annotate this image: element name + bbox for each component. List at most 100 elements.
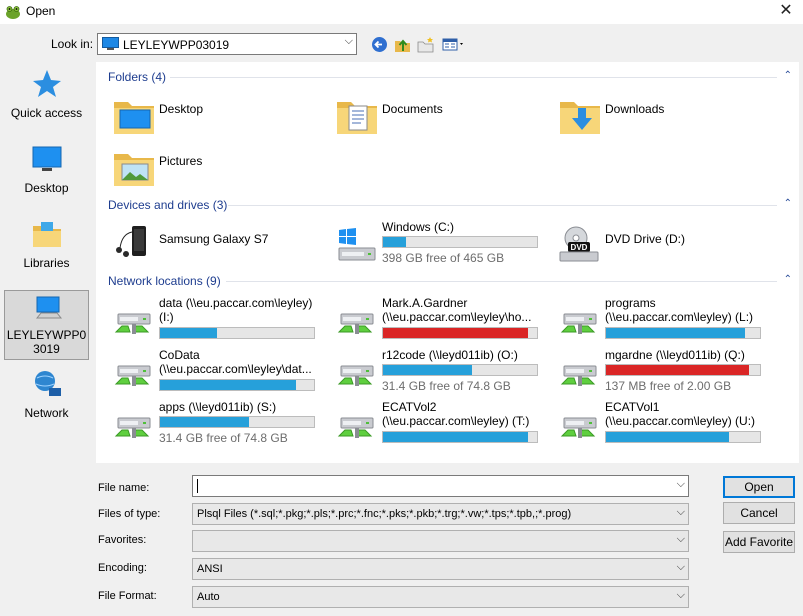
drive-usage-fill	[160, 417, 250, 427]
group-divider	[170, 77, 777, 78]
chevron-down-icon: ⌵	[676, 561, 685, 573]
collapse-icon[interactable]: ⌃	[784, 274, 792, 285]
device-item[interactable]: Samsung Galaxy S7	[110, 218, 325, 266]
computer-icon	[102, 37, 119, 50]
network-drive-name: CoData	[159, 348, 200, 362]
downloads-folder-icon	[556, 96, 604, 136]
place-desktop[interactable]: Desktop	[4, 143, 89, 203]
network-drive-item[interactable]: CoData (\\eu.paccar.com\leyley\dat...	[110, 346, 325, 394]
folder-name: Documents	[382, 102, 443, 116]
network-drive-item[interactable]: Mark.A.Gardner (\\eu.paccar.com\leyley\ho…	[333, 294, 548, 342]
place-this-pc[interactable]: LEYLEYWPP03019	[4, 290, 89, 360]
network-drive-path: (\\eu.paccar.com\leyley) (U:)	[605, 414, 756, 428]
file-format-dropdown[interactable]: Auto ⌵	[192, 586, 689, 608]
drive-item[interactable]: Windows (C:) 398 GB free of 465 GB	[333, 218, 548, 266]
group-header-folders[interactable]: Folders (4)	[108, 70, 166, 84]
place-label: Quick access	[10, 106, 83, 120]
group-header-network[interactable]: Network locations (9)	[108, 274, 221, 288]
favorites-dropdown[interactable]: ⌵	[192, 530, 689, 552]
network-drive-item[interactable]: r12code (\\leyd011ib) (O:) 31.4 GB free o…	[333, 346, 548, 394]
encoding-value: ANSI	[197, 563, 223, 575]
files-of-type-value: Plsql Files (*.sql;*.pkg;*.pls;*.prc;*.f…	[197, 508, 572, 520]
network-drive-name: Mark.A.Gardner	[382, 296, 468, 310]
drive-usage-bar	[605, 431, 761, 443]
group-header-devices[interactable]: Devices and drives (3)	[108, 198, 227, 212]
network-drive-name: ECATVol1	[605, 400, 660, 414]
place-quick-access[interactable]: Quick access	[4, 68, 89, 128]
drive-item[interactable]: DVD DVD Drive (D:)	[556, 218, 771, 266]
files-of-type-label: Files of type:	[98, 508, 161, 520]
new-folder-icon[interactable]	[417, 36, 434, 53]
place-label: LEYLEYWPP03019	[6, 328, 87, 356]
network-drive-item[interactable]: programs (\\eu.paccar.com\leyley) (L:)	[556, 294, 771, 342]
network-drive-name: apps (\\leyd011ib) (S:)	[159, 400, 277, 414]
network-drive-icon	[556, 404, 604, 444]
network-drive-path: (\\eu.paccar.com\leyley) (L:)	[605, 310, 754, 324]
windows-drive-icon	[338, 228, 376, 261]
drive-free-text: 31.4 GB free of 74.8 GB	[382, 379, 511, 393]
encoding-dropdown[interactable]: ANSI ⌵	[192, 558, 689, 580]
folder-name: Downloads	[605, 102, 665, 116]
chevron-down-icon[interactable]: ⌵	[677, 478, 685, 491]
desktop-icon	[32, 146, 61, 171]
svg-text:DVD: DVD	[571, 243, 588, 252]
favorites-label: Favorites:	[98, 534, 147, 546]
network-drive-icon	[556, 300, 604, 340]
network-drive-item[interactable]: apps (\\leyd011ib) (S:) 31.4 GB free of 7…	[110, 398, 325, 446]
cancel-button[interactable]: Cancel	[723, 502, 795, 524]
file-list-view[interactable]: Folders (4) ⌃ Desktop Documents Download…	[96, 62, 799, 463]
network-drive-icon	[110, 404, 158, 444]
up-folder-icon[interactable]	[394, 36, 411, 53]
file-name-label: File name:	[98, 482, 150, 494]
place-label: Libraries	[23, 256, 70, 270]
drive-free-text: 398 GB free of 465 GB	[382, 251, 505, 265]
open-button[interactable]: Open	[723, 476, 795, 498]
dvd-drive-icon: DVD	[559, 226, 599, 262]
view-menu-icon[interactable]	[442, 36, 466, 53]
network-drive-name: ECATVol2	[382, 400, 437, 414]
network-drive-name: data (\\eu.paccar.com\leyley)	[159, 296, 313, 310]
chevron-down-icon: ⌵	[344, 35, 353, 47]
chevron-down-icon: ⌵	[676, 589, 685, 601]
collapse-icon[interactable]: ⌃	[784, 70, 792, 81]
file-name-input[interactable]: ⌵	[192, 475, 689, 497]
phone-icon	[116, 226, 146, 257]
place-libraries[interactable]: Libraries	[4, 218, 89, 278]
network-icon	[34, 371, 61, 396]
drive-usage-bar	[382, 364, 538, 376]
network-drive-item[interactable]: ECATVol1 (\\eu.paccar.com\leyley) (U:)	[556, 398, 771, 446]
network-drive-item[interactable]: mgardne (\\leyd011ib) (Q:) 137 MB free of…	[556, 346, 771, 394]
close-button[interactable]: ✕	[769, 0, 803, 24]
file-format-value: Auto	[197, 591, 220, 603]
back-arrow-icon[interactable]	[371, 36, 388, 53]
folder-item[interactable]: Downloads	[556, 90, 771, 138]
folder-item[interactable]: Pictures	[110, 142, 325, 190]
drive-usage-bar	[382, 327, 538, 339]
drive-usage-fill	[606, 432, 730, 442]
network-drive-name: mgardne (\\leyd011ib) (Q:)	[605, 348, 745, 362]
place-network[interactable]: Network	[4, 368, 89, 428]
folder-item[interactable]: Desktop	[110, 90, 325, 138]
drive-usage-fill	[160, 380, 296, 390]
desktop-folder-icon	[110, 96, 158, 136]
group-divider	[228, 205, 777, 206]
look-in-dropdown[interactable]: LEYLEYWPP03019 ⌵	[97, 33, 357, 55]
folder-name: Pictures	[159, 154, 203, 168]
drive-free-text: 137 MB free of 2.00 GB	[605, 379, 732, 393]
network-drive-item[interactable]: ECATVol2 (\\eu.paccar.com\leyley) (T:)	[333, 398, 548, 446]
drive-usage-fill	[383, 328, 528, 338]
place-label: Desktop	[24, 181, 69, 195]
files-of-type-dropdown[interactable]: Plsql Files (*.sql;*.pkg;*.pls;*.prc;*.f…	[192, 503, 689, 525]
network-drive-name: programs	[605, 296, 656, 310]
drive-name: DVD Drive (D:)	[605, 232, 685, 246]
drive-usage-fill	[383, 237, 407, 247]
place-label: Network	[24, 406, 69, 420]
network-drive-path: (\\eu.paccar.com\leyley) (T:)	[382, 414, 530, 428]
add-favorite-button[interactable]: Add Favorite	[723, 531, 795, 553]
drive-usage-bar	[382, 431, 538, 443]
network-drive-item[interactable]: data (\\eu.paccar.com\leyley) (I:)	[110, 294, 325, 342]
drive-usage-fill	[606, 365, 750, 375]
folder-item[interactable]: Documents	[333, 90, 548, 138]
collapse-icon[interactable]: ⌃	[784, 198, 792, 209]
network-drive-icon	[556, 352, 604, 392]
